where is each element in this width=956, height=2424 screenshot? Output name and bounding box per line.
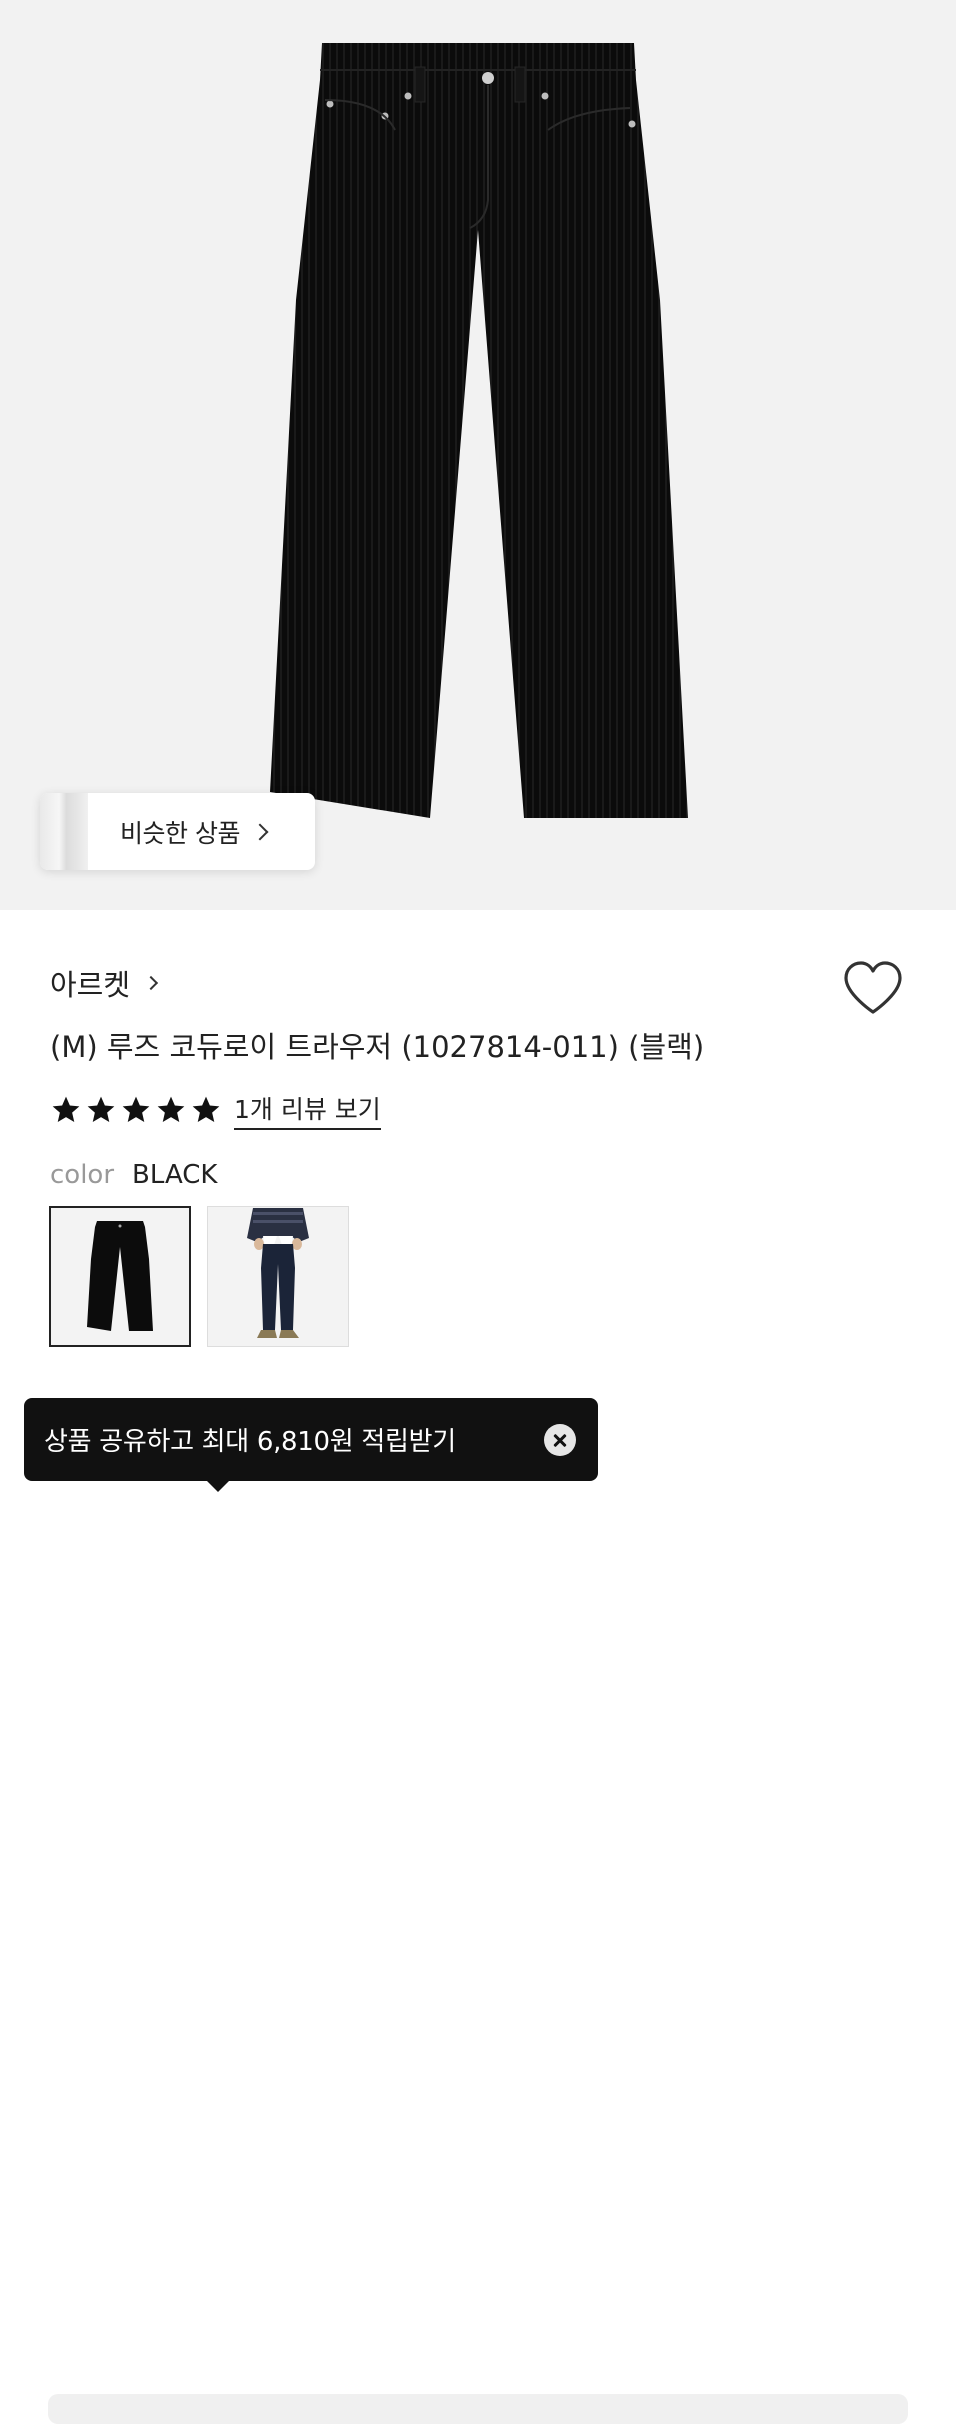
similar-thumbnail xyxy=(40,793,88,870)
black-corduroy-pants-image xyxy=(270,43,688,818)
star-icon xyxy=(157,1096,185,1122)
color-label: color xyxy=(50,1160,115,1190)
similar-products-button[interactable]: 비슷한 상품 xyxy=(40,793,315,870)
color-row: color BLACK xyxy=(50,1160,217,1190)
rating-stars xyxy=(50,1094,222,1126)
wishlist-button[interactable] xyxy=(842,960,904,1016)
color-swatches xyxy=(49,1206,349,1347)
brand-name: 아르켓 xyxy=(50,968,131,1002)
black-pants-thumbnail xyxy=(87,1220,153,1331)
similar-products-label: 비슷한 상품 xyxy=(120,818,240,848)
star-icon xyxy=(192,1096,220,1122)
close-icon[interactable] xyxy=(544,1424,576,1456)
chevron-right-icon xyxy=(143,975,159,991)
chevron-right-icon xyxy=(251,823,269,840)
toast-text: 상품 공유하고 최대 6,810원 적립받기 xyxy=(44,1427,456,1457)
brand-link[interactable]: 아르켓 xyxy=(50,962,159,1004)
swatch-black[interactable] xyxy=(49,1206,191,1347)
model-wearing-pants-thumbnail xyxy=(247,1207,309,1338)
bottom-bar xyxy=(48,2394,908,2424)
swatch-navy-model[interactable] xyxy=(207,1206,349,1347)
review-link[interactable]: 1개 리뷰 보기 xyxy=(234,1090,381,1130)
heart-outline-icon xyxy=(844,961,902,1014)
color-value: BLACK xyxy=(132,1160,218,1190)
toast-pointer xyxy=(206,1480,230,1492)
star-icon xyxy=(122,1096,150,1122)
star-icon xyxy=(87,1096,115,1122)
product-title: (M) 루즈 코듀로이 트라우저 (1027814-011) (블랙) xyxy=(50,1030,705,1064)
rating-row: 1개 리뷰 보기 xyxy=(50,1090,381,1130)
star-icon xyxy=(52,1096,80,1122)
product-hero-image[interactable]: 비슷한 상품 xyxy=(0,0,956,910)
share-reward-toast[interactable]: 상품 공유하고 최대 6,810원 적립받기 xyxy=(24,1398,598,1492)
